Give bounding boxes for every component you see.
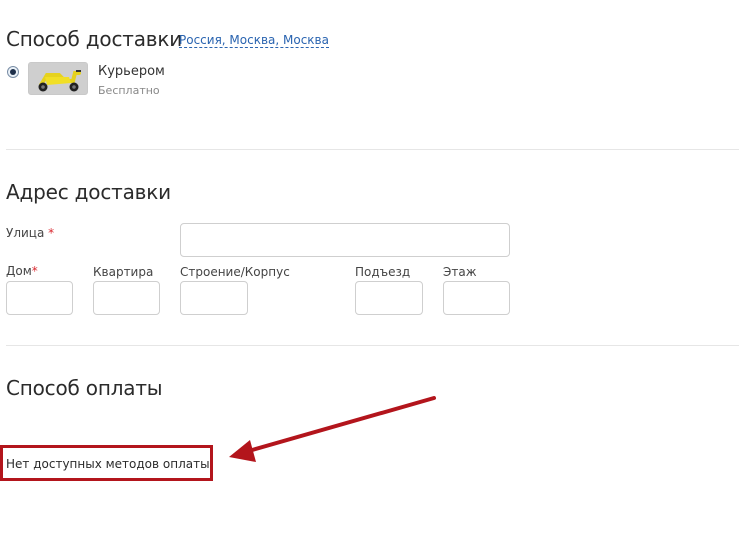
annotation-arrow-icon — [229, 396, 436, 462]
